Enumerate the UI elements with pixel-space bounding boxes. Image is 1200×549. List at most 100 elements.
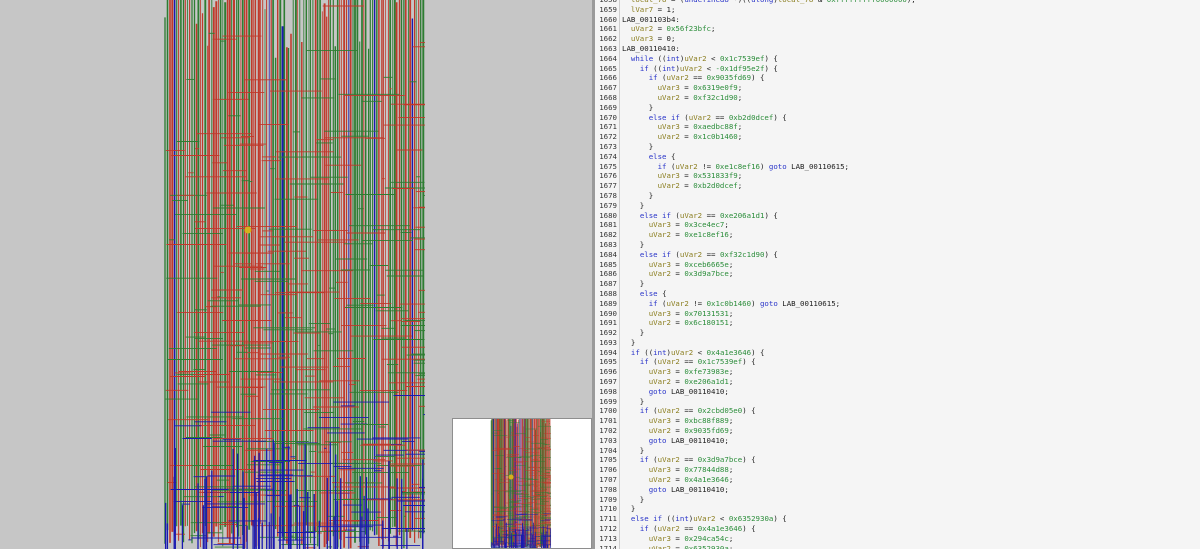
code-token: = <box>653 24 667 34</box>
code-token: } <box>622 239 645 249</box>
current-node-marker[interactable] <box>244 226 252 234</box>
code-line[interactable]: 1697 uVar2 = 0xe206a1d1; <box>595 377 1200 387</box>
graph-overview-canvas[interactable] <box>453 419 592 549</box>
code-line[interactable]: 1706 uVar3 = 0x77844d88; <box>595 465 1200 476</box>
code-line[interactable]: 1669 } <box>595 102 1200 113</box>
code-token: ; <box>737 92 743 102</box>
code-line[interactable]: 1705 if (uVar2 == 0x3d9a7bce) { <box>595 455 1200 466</box>
code-line[interactable]: 1698 goto LAB_00110410; <box>595 386 1200 397</box>
code-line[interactable]: 1699 } <box>595 396 1200 407</box>
code-line[interactable]: 1678 } <box>595 190 1200 201</box>
code-line[interactable]: 1696 uVar3 = 0xfe73983e; <box>595 367 1200 378</box>
code-token: uVar2 <box>648 318 671 328</box>
code-token: uVar2 <box>670 347 694 357</box>
code-token: ; <box>728 475 734 485</box>
code-line[interactable]: 1681 uVar3 = 0x3ce4ec7; <box>595 220 1200 231</box>
code-token: uVar2 <box>648 269 671 279</box>
code-line[interactable]: 1714 uVar2 = 0x6352930a; <box>595 543 1200 549</box>
line-number: 1710 <box>595 504 620 515</box>
code-line[interactable]: 1703 goto LAB_00110410; <box>595 435 1200 446</box>
code-line[interactable]: 1661 uVar2 = 0x56f23bfc; <box>595 24 1200 35</box>
code-token: } <box>622 396 645 406</box>
graph-overview-panel[interactable] <box>452 418 592 549</box>
code-token: if <box>648 73 658 83</box>
line-number: 1698 <box>595 386 620 397</box>
code-line[interactable]: 1673 } <box>595 141 1200 152</box>
code-token: = <box>670 426 685 436</box>
code-line[interactable]: 1688 else { <box>595 288 1200 299</box>
code-line[interactable]: 1675 if (uVar2 != 0xe1c8ef16) goto LAB_0… <box>595 161 1200 172</box>
code-line[interactable]: 1700 if (uVar2 == 0x2cbd05e0) { <box>595 406 1200 417</box>
code-token: int <box>675 514 689 524</box>
code-line[interactable]: 1660 LAB_001103b4: <box>595 14 1200 25</box>
code-line[interactable]: 1689 if (uVar2 != 0x1c0b1460) goto LAB_0… <box>595 298 1200 309</box>
code-token: == <box>679 357 698 367</box>
code-line[interactable]: 1663 LAB_00110410: <box>595 43 1200 54</box>
code-line[interactable]: 1685 uVar3 = 0xceb6665e; <box>595 259 1200 270</box>
code-line[interactable]: 1680 else if (uVar2 == 0xe206a1d1) { <box>595 210 1200 221</box>
code-token: 0x2cbd05e0 <box>697 406 743 416</box>
code-line[interactable]: 1682 uVar2 = 0xe1c8ef16; <box>595 230 1200 240</box>
code-token: = <box>670 475 685 485</box>
code-line[interactable]: 1694 if ((int)uVar2 < 0x4a1e3646) { <box>595 347 1200 358</box>
code-line[interactable]: 1679 } <box>595 200 1200 211</box>
code-line[interactable]: 1713 uVar3 = 0x294ca54c; <box>595 533 1200 544</box>
code-line[interactable]: 1668 uVar2 = 0xf32c1d90; <box>595 92 1200 103</box>
code-token: uVar2 <box>648 543 671 549</box>
code-line[interactable]: 1665 if ((int)uVar2 < -0x1df95e2f) { <box>595 63 1200 74</box>
code-token: lVar7 <box>630 4 654 14</box>
code-token: < <box>693 347 707 357</box>
code-line[interactable]: 1712 if (uVar2 == 0x4a1e3646) { <box>595 524 1200 534</box>
overview-node-marker <box>508 474 514 480</box>
code-line[interactable]: 1702 uVar2 = 0x9035fd69; <box>595 426 1200 436</box>
code-line[interactable]: 1677 uVar2 = 0xb2d0dcef; <box>595 181 1200 191</box>
code-line[interactable]: 1672 uVar2 = 0x1c0b1460; <box>595 132 1200 142</box>
code-token: uVar2 <box>684 53 707 63</box>
code-token: 0x1c7539ef <box>719 53 765 63</box>
code-token: & <box>813 0 826 4</box>
code-line[interactable]: 1690 uVar3 = 0x70131531; <box>595 308 1200 319</box>
code-token: 0xe1c8ef16 <box>715 161 760 171</box>
code-token: < <box>715 514 729 524</box>
code-line[interactable]: 1667 uVar3 = 0x6319e0f9; <box>595 83 1200 93</box>
code-line[interactable]: 1693 } <box>595 337 1200 348</box>
code-line[interactable]: 1670 else if (uVar2 == 0xb2d0dcef) { <box>595 112 1200 123</box>
code-line[interactable]: 1691 uVar2 = 0x6c180151; <box>595 318 1200 329</box>
function-graph-pane[interactable] <box>0 0 592 549</box>
code-token: == <box>702 210 720 220</box>
code-line[interactable]: 1683 } <box>595 239 1200 250</box>
code-line[interactable]: 1674 else { <box>595 151 1200 162</box>
code-line[interactable]: 1701 uVar3 = 0xbc88f889; <box>595 416 1200 427</box>
code-line[interactable]: 1664 while ((int)uVar2 < 0x1c7539ef) { <box>595 53 1200 64</box>
code-line[interactable]: 1662 uVar3 = 0; <box>595 34 1200 44</box>
code-line[interactable]: 1671 uVar3 = 0xaedbc88f; <box>595 122 1200 133</box>
code-token: 0x6319e0f9 <box>693 83 738 93</box>
code-line[interactable]: 1686 uVar2 = 0x3d9a7bce; <box>595 269 1200 280</box>
code-line[interactable]: 1687 } <box>595 279 1200 289</box>
code-line[interactable]: 1684 else if (uVar2 == 0xf32c1d90) { <box>595 249 1200 260</box>
code-token: 0x4a1e3646 <box>706 347 752 357</box>
code-token: LAB_00110410; <box>666 435 729 445</box>
code-line[interactable]: 1659 lVar7 = 1; <box>595 4 1200 15</box>
code-line[interactable]: 1708 goto LAB_00110410; <box>595 484 1200 495</box>
line-number: 1687 <box>595 279 620 289</box>
decompiler-pane[interactable]: 1658 local_78 = (undefined8 *)((ulong)lo… <box>595 0 1200 549</box>
code-line[interactable]: 1676 uVar3 = 0x531833f9; <box>595 171 1200 182</box>
code-token: if <box>639 524 649 534</box>
code-line[interactable]: 1695 if (uVar2 == 0x1c7539ef) { <box>595 357 1200 368</box>
code-line[interactable]: 1709 } <box>595 494 1200 505</box>
code-line[interactable]: 1711 else if ((int)uVar2 < 0x6352930a) { <box>595 514 1200 525</box>
code-line[interactable]: 1710 } <box>595 504 1200 515</box>
code-line[interactable]: 1707 uVar2 = 0x4a1e3646; <box>595 475 1200 485</box>
code-token: uVar3 <box>648 416 671 426</box>
code-line[interactable]: 1666 if (uVar2 == 0x9035fd69) { <box>595 73 1200 84</box>
code-line[interactable]: 1704 } <box>595 445 1200 456</box>
code-line[interactable]: 1692 } <box>595 328 1200 338</box>
line-number: 1664 <box>595 53 620 64</box>
